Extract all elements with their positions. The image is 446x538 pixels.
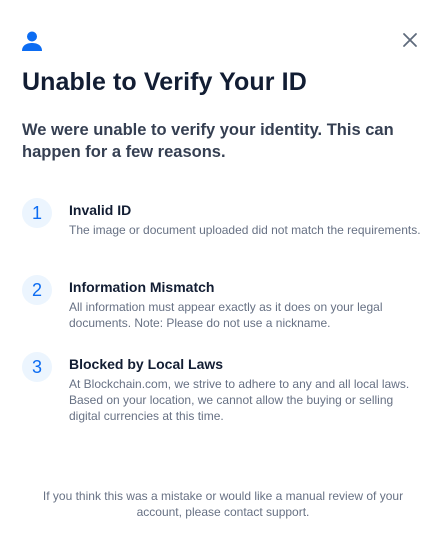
user-icon: [20, 29, 44, 53]
reason-description: All information must appear exactly as i…: [69, 300, 383, 330]
step-number-badge: 2: [22, 275, 52, 305]
close-button[interactable]: [398, 30, 422, 54]
reason-description: The image or document uploaded did not m…: [69, 223, 421, 237]
support-note: If you think this was a mistake or would…: [42, 489, 404, 519]
modal-title: Unable to Verify Your ID: [22, 68, 307, 96]
intro-text: We were unable to verify your identity. …: [22, 121, 394, 161]
reason-title: Blocked by Local Laws: [69, 356, 224, 372]
reason-title: Information Mismatch: [69, 279, 215, 295]
reason-title: Invalid ID: [69, 202, 132, 218]
step-number-badge: 3: [22, 352, 52, 382]
reason-description: At Blockchain.com, we strive to adhere t…: [69, 377, 410, 423]
verification-failed-modal: Unable to Verify Your ID We were unable …: [0, 0, 446, 538]
close-icon: [402, 32, 418, 53]
step-number-badge: 1: [22, 198, 52, 228]
